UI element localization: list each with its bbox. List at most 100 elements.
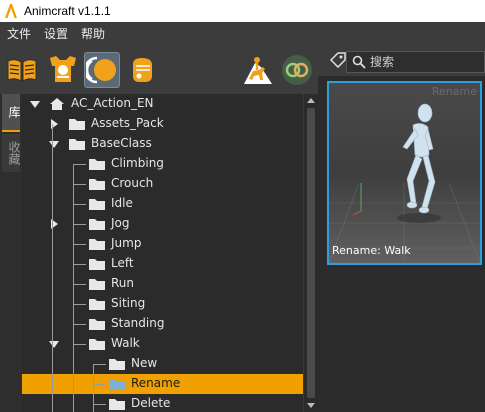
- tree-guide-line: [74, 324, 86, 325]
- tab-library[interactable]: 库: [2, 94, 21, 132]
- scroll-up-icon[interactable]: [307, 98, 315, 103]
- search-icon: [352, 55, 366, 69]
- character-preview-image: [329, 83, 480, 263]
- tree-row[interactable]: Walk: [22, 334, 303, 354]
- folder-icon: [89, 319, 105, 330]
- folder-icon: [109, 359, 125, 370]
- tree-guide-line: [74, 224, 86, 225]
- menu-bar: 文件 设置 帮助: [0, 22, 485, 46]
- home-icon: [50, 98, 64, 110]
- motion-button[interactable]: [84, 52, 120, 88]
- motion-ring-icon: [86, 56, 116, 84]
- scroll-down-icon[interactable]: [307, 403, 315, 408]
- tree-guide-line: [74, 204, 86, 205]
- tree-guide-line: [74, 264, 86, 265]
- card-caption: Rename: Walk: [332, 244, 411, 257]
- collapse-arrow-icon[interactable]: [30, 101, 40, 108]
- tab-favorites[interactable]: 收藏: [2, 134, 21, 172]
- collapse-arrow-icon[interactable]: [49, 141, 59, 148]
- tree-row[interactable]: Climbing: [22, 154, 303, 174]
- link-button[interactable]: [279, 52, 315, 88]
- folder-icon: [89, 339, 105, 350]
- tree-guide-line: [74, 164, 86, 165]
- tree-node-label: Idle: [111, 196, 133, 210]
- folder-icon: [89, 299, 105, 310]
- tree-node-label: Left: [111, 256, 134, 270]
- tree-node-label: Climbing: [111, 156, 164, 170]
- tree-row[interactable]: AC_Action_EN: [22, 94, 303, 114]
- tree-node-label: Assets_Pack: [91, 116, 164, 130]
- mount-button[interactable]: [240, 52, 276, 88]
- tree-row[interactable]: Assets_Pack: [22, 114, 303, 134]
- folder-icon: [69, 119, 85, 130]
- tree-guide-line: [74, 244, 86, 245]
- tree-row[interactable]: Delete: [22, 394, 303, 412]
- folder-icon: [89, 259, 105, 270]
- asset-preview-area: Rename Rename: Walk: [318, 76, 485, 412]
- tree-node-label: Rename: [131, 376, 181, 390]
- tree-node-label: Run: [111, 276, 135, 290]
- tree-row[interactable]: Standing: [22, 314, 303, 334]
- armor-icon: [50, 56, 76, 82]
- window-title: Animcraft v1.1.1: [24, 4, 111, 18]
- tree-row[interactable]: Left: [22, 254, 303, 274]
- search-input[interactable]: [370, 55, 470, 69]
- tree-node-label: Jump: [111, 236, 142, 250]
- tree-guide-line: [74, 304, 86, 305]
- title-bar: Animcraft v1.1.1: [0, 0, 485, 22]
- tree-guide-line: [74, 284, 86, 285]
- folder-icon: [109, 399, 125, 410]
- tree-node-label: Siting: [111, 296, 146, 310]
- menu-file[interactable]: 文件: [0, 22, 37, 46]
- tree-node-label: BaseClass: [91, 136, 152, 150]
- menu-settings[interactable]: 设置: [37, 22, 74, 46]
- folder-tree: AC_Action_EN Assets_Pack BaseClass Climbing…: [22, 94, 303, 412]
- tree-guide-line: [52, 124, 53, 412]
- tree-node-label: Crouch: [111, 176, 154, 190]
- scroll-thumb[interactable]: [307, 108, 315, 398]
- tree-guide-line: [74, 344, 86, 345]
- book-icon: [7, 59, 37, 82]
- tree-row[interactable]: BaseClass: [22, 134, 303, 154]
- tree-row[interactable]: Rename: [22, 374, 303, 394]
- folder-icon: [89, 179, 105, 190]
- menu-help[interactable]: 帮助: [74, 22, 111, 46]
- folder-icon: [89, 159, 105, 170]
- tree-guide-line: [74, 184, 86, 185]
- tree-row[interactable]: New: [22, 354, 303, 374]
- tree-row[interactable]: Siting: [22, 294, 303, 314]
- folder-icon: [89, 219, 105, 230]
- tree-guide-line: [94, 404, 106, 405]
- tree-guide-line: [73, 164, 74, 412]
- side-tab-rail: 库 收藏: [0, 94, 22, 412]
- tree-node-label: New: [131, 356, 158, 370]
- folder-icon: [89, 199, 105, 210]
- tree-row[interactable]: Run: [22, 274, 303, 294]
- tree-node-label: Standing: [111, 316, 165, 330]
- folder-icon: [69, 139, 85, 150]
- animcraft-logo-icon: [5, 4, 17, 18]
- armor-button[interactable]: [45, 52, 81, 88]
- tree-row[interactable]: Idle: [22, 194, 303, 214]
- tree-scrollbar[interactable]: [303, 94, 318, 412]
- library-button[interactable]: [4, 52, 40, 88]
- tree-node-label: Jog: [111, 216, 130, 230]
- asset-card-walk[interactable]: Rename Rename: Walk: [327, 81, 482, 265]
- collapse-arrow-icon[interactable]: [49, 341, 59, 348]
- link-rings-icon: [282, 55, 312, 85]
- folder-icon: [89, 279, 105, 290]
- tree-row[interactable]: Jump: [22, 234, 303, 254]
- tree-node-label: AC_Action_EN: [71, 96, 154, 110]
- folder-icon: [89, 239, 105, 250]
- tree-guide-line: [94, 364, 106, 365]
- filter-icon[interactable]: [330, 52, 346, 68]
- folder-icon: [109, 379, 125, 390]
- glove-button[interactable]: [124, 52, 160, 88]
- tree-node-label: Delete: [131, 396, 171, 410]
- tree-guide-line: [93, 364, 94, 412]
- tree-node-label: Walk: [111, 336, 140, 350]
- tree-row[interactable]: Jog: [22, 214, 303, 234]
- tree-row[interactable]: Crouch: [22, 174, 303, 194]
- tree-guide-line: [94, 384, 106, 385]
- search-box: [346, 51, 485, 73]
